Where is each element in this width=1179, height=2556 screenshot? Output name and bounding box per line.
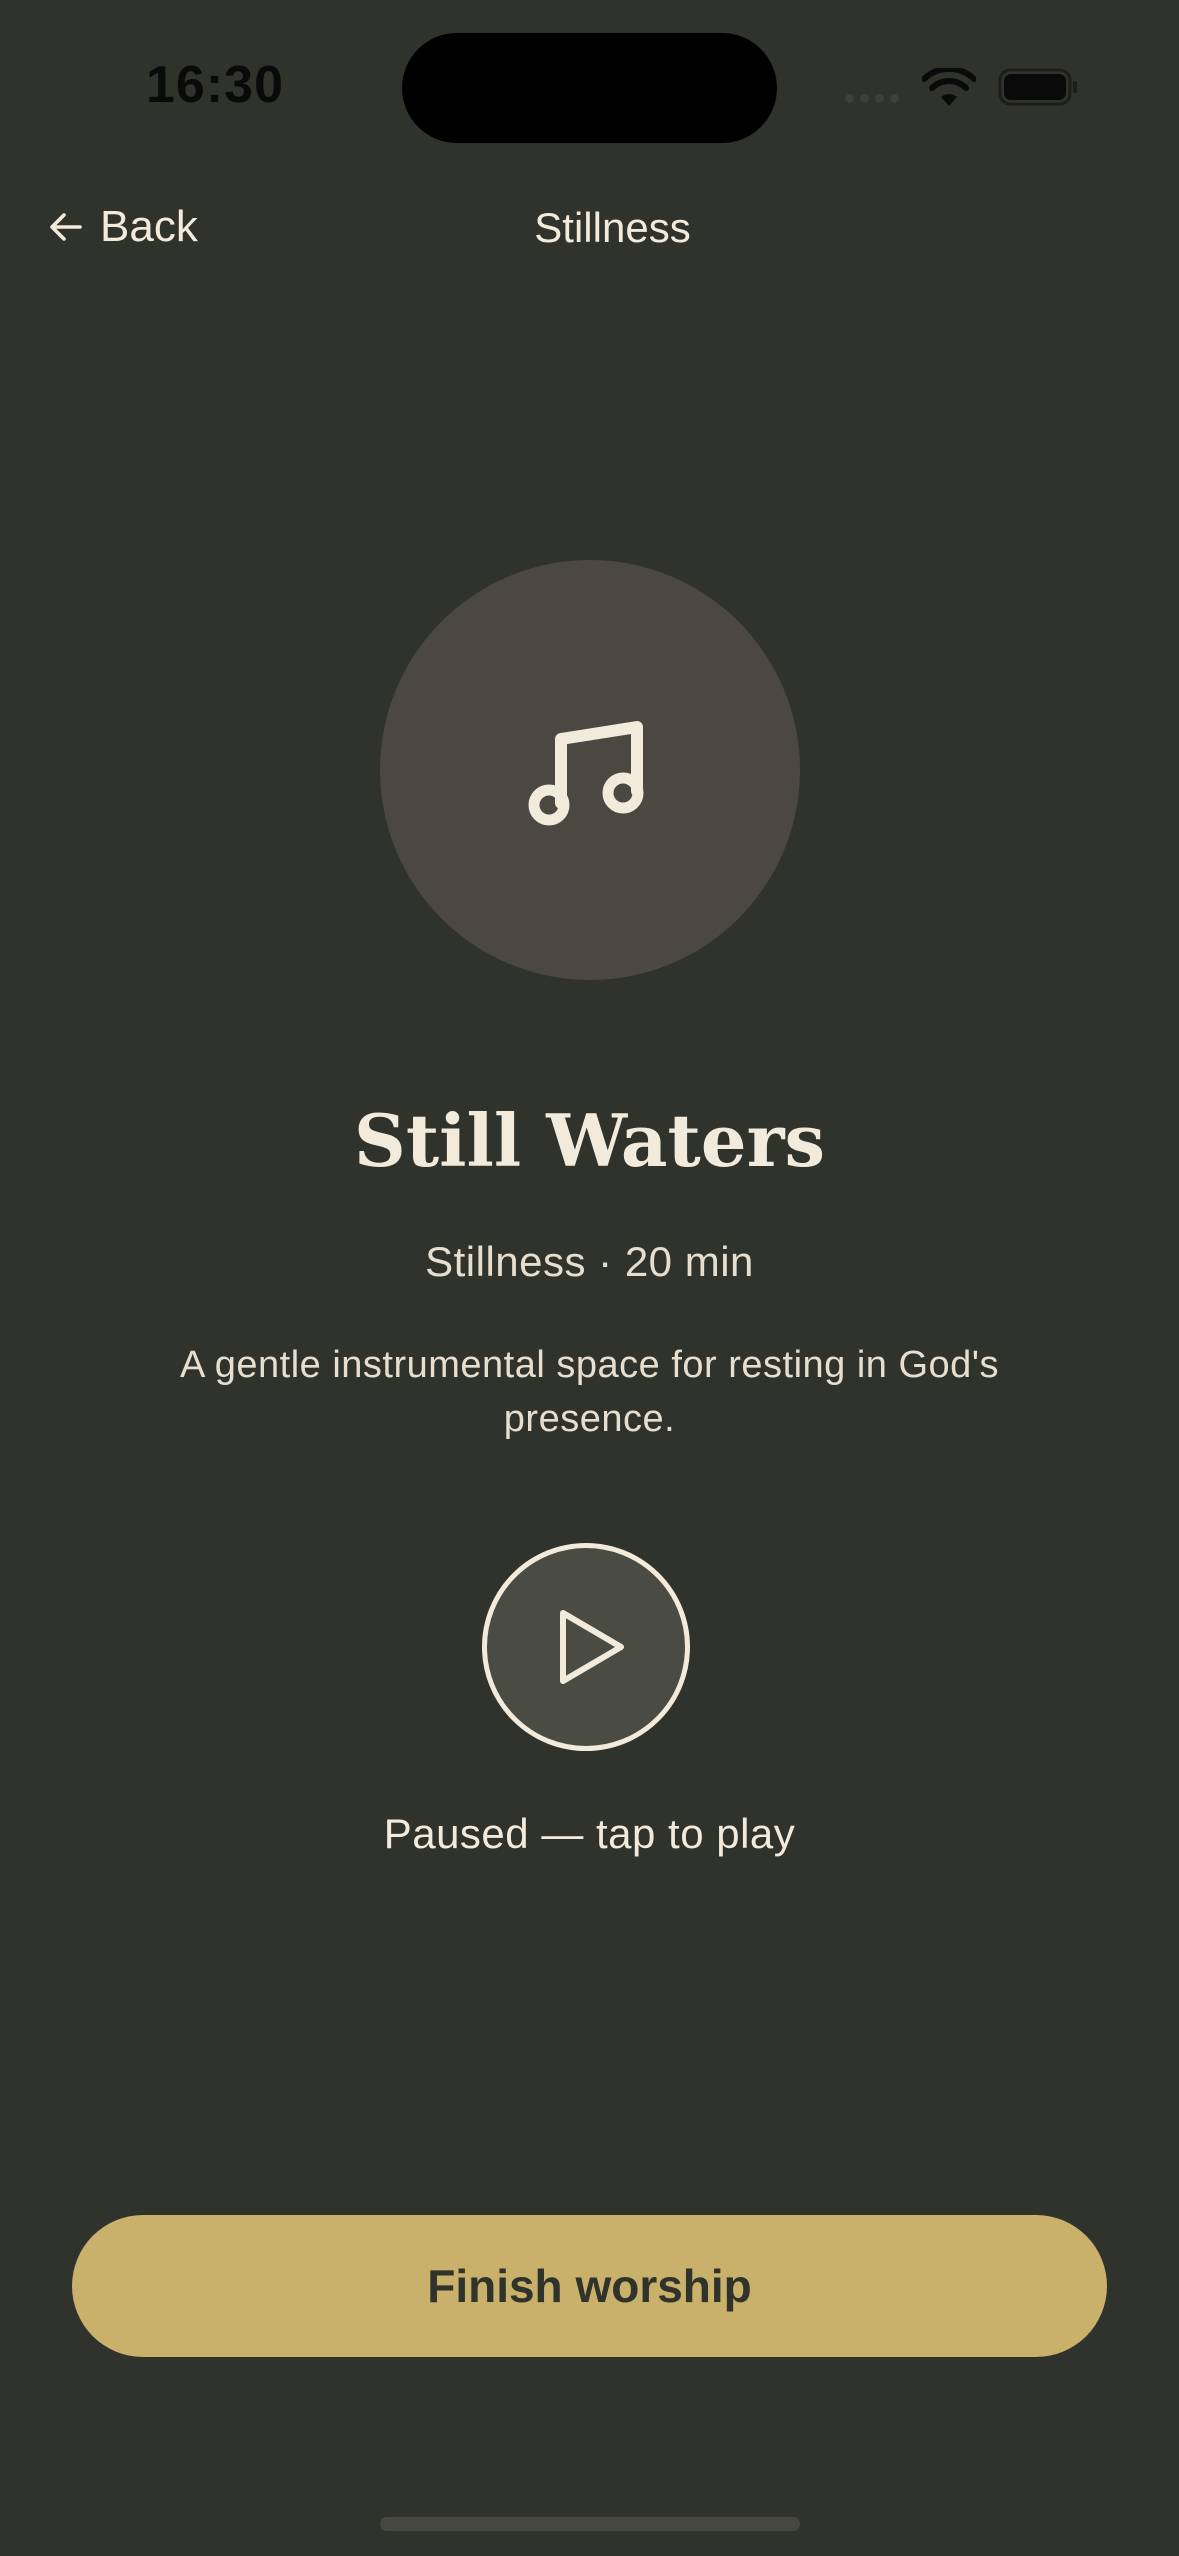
cellular-signal-icon — [845, 94, 899, 103]
track-artwork — [380, 560, 800, 980]
finish-worship-button[interactable]: Finish worship — [72, 2215, 1107, 2357]
page-title: Stillness — [534, 204, 691, 251]
wifi-icon — [922, 68, 976, 106]
play-button[interactable] — [482, 1543, 690, 1751]
nav-bar: Back Stillness — [0, 190, 1179, 270]
track-title: Still Waters — [353, 1098, 826, 1183]
home-indicator[interactable] — [380, 2517, 800, 2531]
play-icon — [560, 1610, 624, 1684]
track-description: A gentle instrumental space for resting … — [179, 1344, 1000, 1440]
battery-icon — [998, 68, 1077, 106]
music-note-icon — [528, 721, 644, 826]
playback-status: Paused — tap to play — [383, 1810, 796, 1857]
status-time: 16:30 — [146, 56, 284, 114]
dynamic-island — [402, 33, 777, 143]
status-bar: 16:30 — [0, 0, 1179, 175]
track-meta: Stillness · 20 min — [425, 1238, 754, 1285]
